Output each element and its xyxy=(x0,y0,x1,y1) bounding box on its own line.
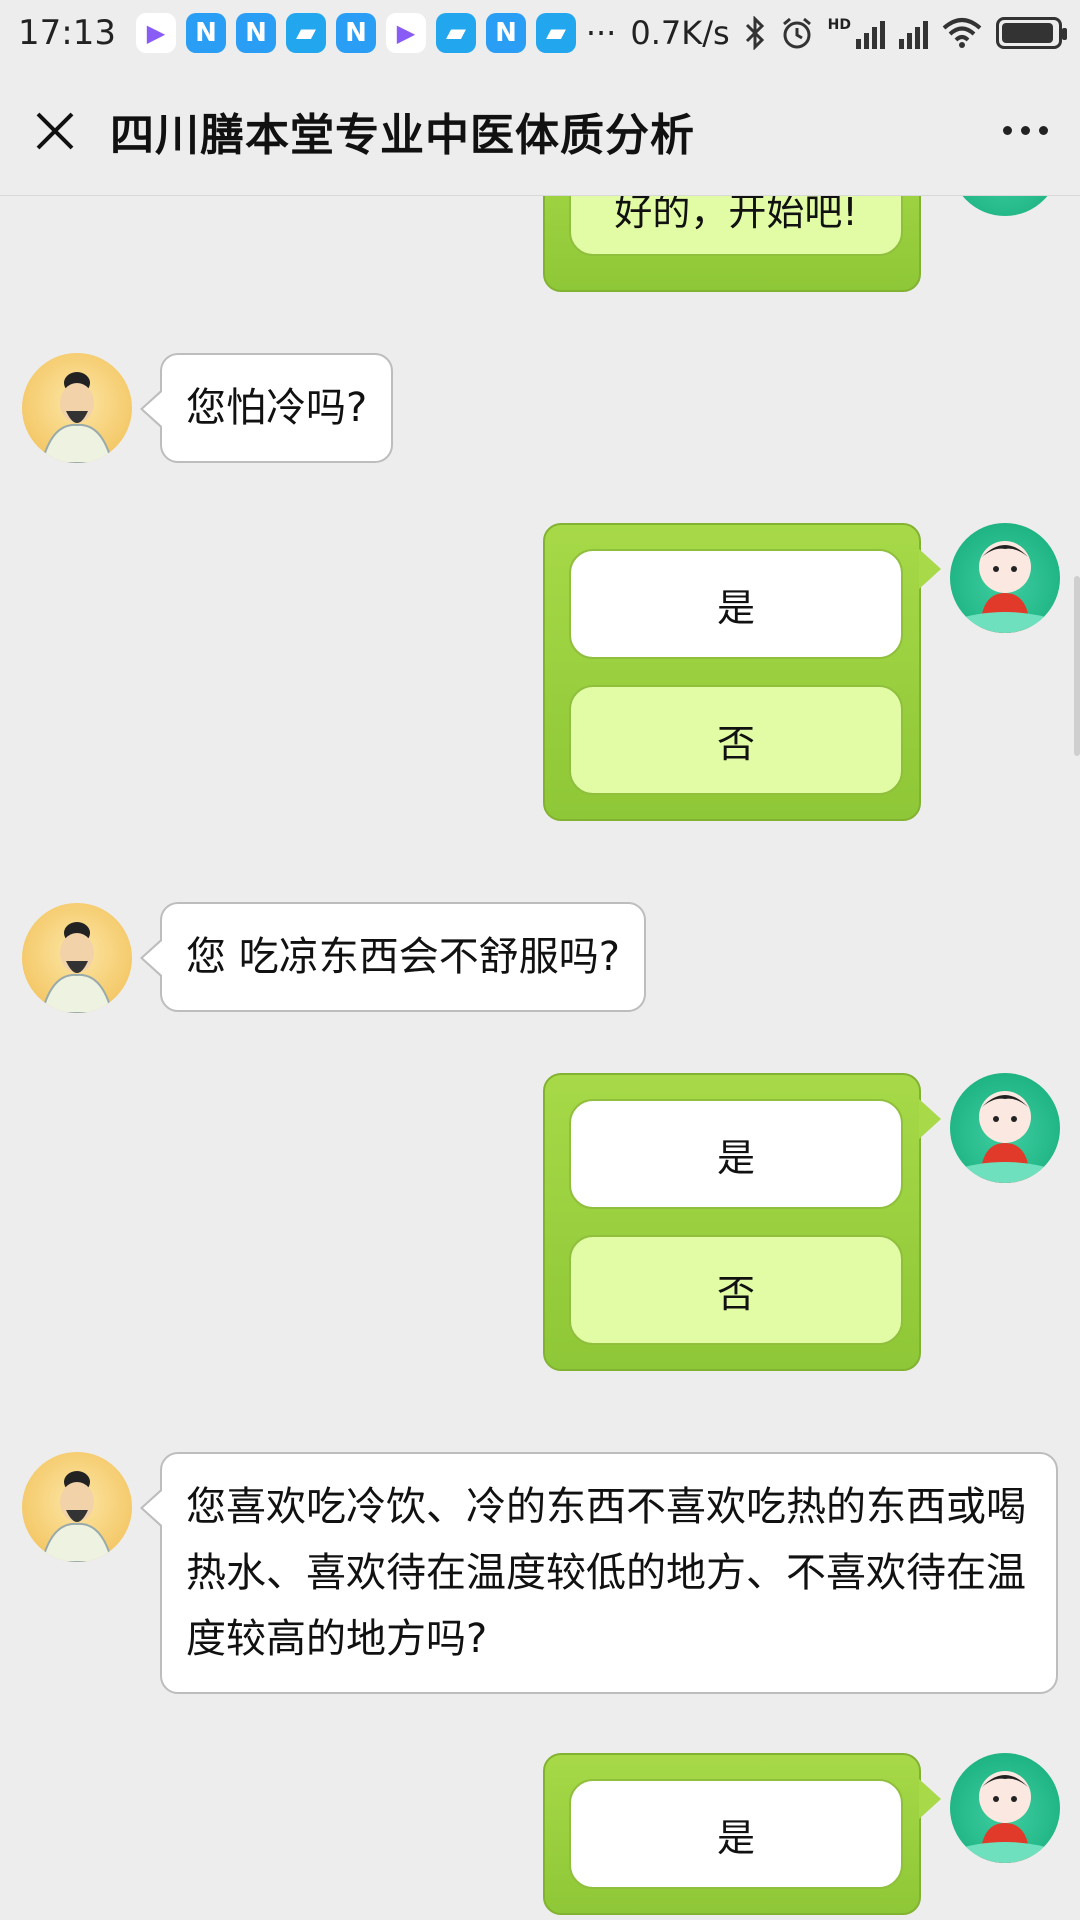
network-speed: 0.7K/s xyxy=(630,14,730,52)
signal-icon xyxy=(899,17,928,49)
scrollbar-thumb[interactable] xyxy=(1074,576,1080,756)
n-app-icon: N xyxy=(485,13,526,53)
b-app-icon: ▰ xyxy=(435,13,476,53)
more-notifications-icon: ··· xyxy=(585,14,617,52)
wifi-icon xyxy=(942,18,982,48)
user-avatar xyxy=(950,523,1060,633)
title-bar: 四川膳本堂专业中医体质分析 xyxy=(0,66,1080,196)
more-dot xyxy=(1038,126,1048,135)
question-bubble: 您怕冷吗? xyxy=(139,353,394,463)
play-app-icon: ▶ xyxy=(135,13,176,53)
n-app-icon: N xyxy=(335,13,376,53)
user-avatar xyxy=(950,1073,1060,1183)
option-yes-button[interactable]: 是 xyxy=(569,1779,903,1889)
close-icon xyxy=(36,112,74,149)
question-bubble: 您喜欢吃冷饮、冷的东西不喜欢吃热的东西或喝热水、喜欢待在温度较低的地方、不喜欢待… xyxy=(140,1452,1058,1694)
doctor-avatar xyxy=(22,903,132,1013)
user-avatar xyxy=(950,196,1060,216)
battery-icon xyxy=(996,17,1067,49)
hd-signal-icon: HD xyxy=(828,17,885,49)
alarm-icon xyxy=(782,17,811,49)
question-text: 您 吃凉东西会不舒服吗? xyxy=(186,934,620,980)
question-bubble: 您 吃凉东西会不舒服吗? xyxy=(140,902,646,1012)
previous-reply-group: 好的，开始吧! xyxy=(543,196,921,292)
child-figurine-icon xyxy=(950,1771,1060,1863)
option-no-button[interactable]: 否 xyxy=(569,685,903,795)
n-app-icon: N xyxy=(185,13,226,53)
b-app-icon: ▰ xyxy=(285,13,326,53)
more-dot xyxy=(1002,126,1012,135)
option-no-button[interactable]: 否 xyxy=(569,1235,903,1345)
user-avatar xyxy=(950,1753,1060,1863)
play-app-icon: ▶ xyxy=(385,13,426,53)
more-dot xyxy=(1020,126,1030,135)
close-button[interactable] xyxy=(0,66,110,196)
previous-reply-button[interactable]: 好的，开始吧! xyxy=(569,196,903,256)
answer-options: 是 否 xyxy=(543,523,941,821)
child-figurine-icon xyxy=(950,1091,1060,1183)
screen: 17:13 ▶ N N ▰ N ▶ ▰ N ▰ ··· 0.7K/s HD 四川… xyxy=(0,0,1080,1920)
more-options-button[interactable] xyxy=(970,66,1080,196)
doctor-avatar xyxy=(22,1452,132,1562)
doctor-portrait-icon xyxy=(40,1471,114,1562)
chat-area: 好的，开始吧! 您怕冷吗? 是 否 您 吃凉东西会不舒服吗? 是 否 您喜欢吃冷… xyxy=(0,196,1080,1920)
question-text: 您喜欢吃冷饮、冷的东西不喜欢吃热的东西或喝热水、喜欢待在温度较低的地方、不喜欢待… xyxy=(186,1484,1026,1662)
page-title: 四川膳本堂专业中医体质分析 xyxy=(110,109,695,161)
answer-options: 是 否 xyxy=(543,1073,941,1371)
b-app-icon: ▰ xyxy=(535,13,576,53)
hd-label: HD xyxy=(827,17,851,33)
status-bar: 17:13 ▶ N N ▰ N ▶ ▰ N ▰ ··· 0.7K/s HD xyxy=(0,0,1080,66)
doctor-avatar xyxy=(22,353,132,463)
battery-fill xyxy=(1002,23,1054,43)
option-yes-button[interactable]: 是 xyxy=(569,1099,903,1209)
answer-options: 是 xyxy=(543,1753,941,1915)
bluetooth-icon xyxy=(745,16,764,50)
n-app-icon: N xyxy=(235,13,276,53)
child-figurine-icon xyxy=(950,541,1060,633)
question-text: 您怕冷吗? xyxy=(186,385,368,431)
doctor-portrait-icon xyxy=(40,372,114,463)
doctor-portrait-icon xyxy=(40,922,114,1013)
option-yes-button[interactable]: 是 xyxy=(569,549,903,659)
status-time: 17:13 xyxy=(18,13,116,53)
